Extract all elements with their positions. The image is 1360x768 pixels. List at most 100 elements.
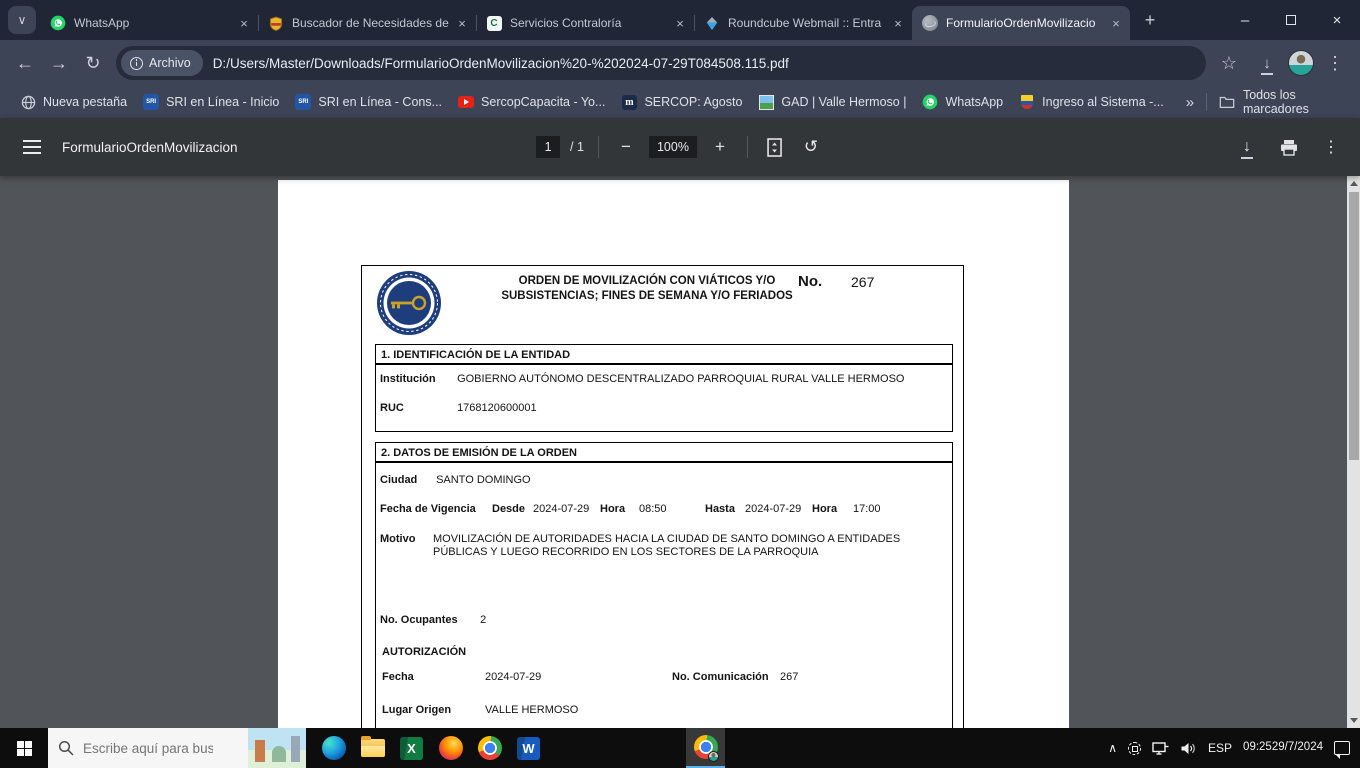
file-scheme-chip[interactable]: Archivo [121, 50, 203, 76]
field-label-ocupantes: No. Ocupantes [380, 614, 458, 626]
tray-chevron-up-icon[interactable]: ∧ [1108, 741, 1117, 755]
taskbar-clock[interactable]: 09:25 29/7/2024 [1243, 740, 1323, 756]
pdf-globe-icon [922, 15, 938, 31]
file-scheme-label: Archivo [149, 56, 191, 70]
start-button[interactable] [0, 728, 48, 768]
tab-roundcube-webmail[interactable]: Roundcube Webmail :: Entra × [694, 6, 912, 40]
tab-formulario-orden-movilizacion[interactable]: FormularioOrdenMovilizacio × [912, 6, 1130, 40]
close-window-button[interactable]: × [1314, 0, 1360, 40]
tab-close-icon[interactable]: × [236, 15, 252, 31]
action-center-icon[interactable] [1334, 741, 1350, 759]
bookmark-star-button[interactable]: ☆ [1212, 46, 1246, 80]
back-button[interactable]: ← [8, 46, 42, 80]
tab-title: Buscador de Necesidades de [292, 16, 449, 30]
sercop-icon: m [621, 94, 637, 110]
tab-servicios-contraloria[interactable]: C Servicios Contraloría × [476, 6, 695, 40]
bookmark-whatsapp[interactable]: WhatsApp [914, 89, 1011, 115]
taskbar-chrome-button[interactable] [470, 728, 509, 768]
taskbar-word-button[interactable]: W [509, 728, 548, 768]
section2-body: Ciudad SANTO DOMINGO Fecha de Vigencia D… [375, 462, 953, 728]
scroll-up-arrow[interactable] [1347, 176, 1360, 191]
autorizacion-title: AUTORIZACIÓN [382, 646, 467, 658]
bookmark-nueva-pestana[interactable]: Nueva pestaña [12, 89, 135, 115]
clock-date: 29/7/2024 [1271, 741, 1323, 754]
reload-button[interactable]: ↻ [76, 46, 110, 80]
bookmark-label: SRI en Línea - Cons... [318, 95, 443, 109]
bookmark-sri-inicio[interactable]: SRI SRI en Línea - Inicio [135, 89, 287, 115]
field-value-hora-desde: 08:50 [639, 503, 667, 515]
language-indicator[interactable]: ESP [1208, 741, 1232, 755]
page-number-input[interactable]: 1 [536, 136, 561, 158]
tab-whatsapp[interactable]: WhatsApp × [40, 6, 259, 40]
zoom-in-button[interactable]: + [707, 137, 733, 157]
field-label-comunicacion: No. Comunicación [672, 671, 769, 683]
ecuador-crest-icon [1019, 94, 1035, 110]
scrollbar-thumb[interactable] [1348, 192, 1359, 460]
field-value-comunicacion: 267 [780, 671, 799, 683]
taskbar-file-explorer-button[interactable] [353, 728, 392, 768]
taskbar-pinned-apps: X W [314, 728, 725, 768]
taskbar-excel-button[interactable]: X [392, 728, 431, 768]
bookmark-ingreso-sistema[interactable]: Ingreso al Sistema -... [1011, 89, 1172, 115]
hamburger-icon [23, 140, 41, 154]
bookmark-gad-valle-hermoso[interactable]: GAD | Valle Hermoso | [750, 89, 914, 115]
bookmark-sercopcapacita[interactable]: SercopCapacita - Yo... [450, 89, 613, 115]
forward-button[interactable]: → [42, 46, 76, 80]
tab-buscador-necesidades[interactable]: Buscador de Necesidades de × [258, 6, 477, 40]
sri-icon: SRI [143, 94, 160, 110]
tab-search-button[interactable]: ∨ [8, 6, 36, 34]
toolbar-right-cluster: ☆ ↓ ⋮ [1212, 46, 1352, 80]
system-tray: ∧ ESP 09:25 29/7/2024 [1108, 728, 1360, 768]
network-icon[interactable] [1152, 741, 1169, 756]
tab-close-icon[interactable]: × [1108, 15, 1124, 31]
taskbar-chrome-active-button[interactable] [686, 728, 725, 768]
minimize-button[interactable]: – [1222, 0, 1268, 40]
bookmark-sri-consultas[interactable]: SRI SRI en Línea - Cons... [287, 89, 450, 115]
profile-avatar[interactable] [1288, 50, 1314, 76]
browser-menu-button[interactable]: ⋮ [1318, 46, 1352, 80]
pdf-menu-button[interactable] [12, 127, 52, 167]
volume-icon[interactable] [1180, 741, 1197, 756]
zoom-level-input[interactable]: 100% [648, 136, 697, 158]
sri-icon: SRI [295, 94, 312, 110]
file-explorer-icon [360, 736, 385, 757]
tab-close-icon[interactable]: × [890, 15, 906, 31]
field-value-ciudad: SANTO DOMINGO [436, 474, 531, 486]
bookmark-sercop-agosto[interactable]: m SERCOP: Agosto [613, 89, 750, 115]
youtube-icon [458, 94, 475, 110]
search-highlight-illustration[interactable] [248, 728, 306, 768]
downloads-button[interactable]: ↓ [1250, 46, 1284, 80]
taskbar-firefox-button[interactable] [431, 728, 470, 768]
fit-to-page-button[interactable] [762, 134, 788, 160]
pdf-viewer[interactable]: ORDEN DE MOVILIZACIÓN CON VIÁTICOS Y/O S… [0, 176, 1360, 728]
maximize-button[interactable] [1268, 0, 1314, 40]
new-tab-button[interactable]: + [1136, 6, 1164, 34]
address-bar[interactable]: Archivo D:/Users/Master/Downloads/Formul… [116, 46, 1206, 80]
pdf-download-button[interactable]: ↓ [1234, 134, 1260, 160]
screen: ∨ WhatsApp × Buscador de Necesidades de … [0, 0, 1360, 768]
field-value-institucion: GOBIERNO AUTÓNOMO DESCENTRALIZADO PARROQ… [457, 373, 905, 385]
search-icon [58, 740, 74, 756]
zoom-out-button[interactable]: − [613, 137, 639, 157]
bookmarks-overflow-chevron[interactable]: » [1186, 94, 1194, 111]
taskbar-edge-button[interactable] [314, 728, 353, 768]
viewer-scrollbar[interactable] [1347, 176, 1360, 728]
scroll-down-arrow[interactable] [1347, 713, 1360, 728]
taskbar-search-box[interactable] [48, 728, 306, 768]
field-label-desde: Desde [492, 503, 526, 515]
edge-icon [321, 736, 346, 760]
bookmark-label: SercopCapacita - Yo... [481, 95, 606, 109]
bookmarks-separator [1206, 93, 1207, 111]
browser-toolbar: ← → ↻ Archivo D:/Users/Master/Downloads/… [0, 40, 1360, 86]
tab-close-icon[interactable]: × [672, 15, 688, 31]
all-bookmarks-button[interactable]: Todos los marcadores [1219, 88, 1348, 116]
chrome-icon [477, 736, 502, 760]
field-label-institucion: Institución [380, 373, 436, 385]
bookmarks-bar: Nueva pestaña SRI SRI en Línea - Inicio … [0, 86, 1360, 118]
print-button[interactable] [1276, 134, 1302, 160]
tab-close-icon[interactable]: × [454, 15, 470, 31]
search-input[interactable] [83, 740, 213, 756]
rotate-button[interactable]: ↺ [798, 134, 824, 160]
tray-app-icon[interactable] [1128, 741, 1142, 755]
pdf-more-options-button[interactable]: ⋮ [1318, 134, 1344, 160]
